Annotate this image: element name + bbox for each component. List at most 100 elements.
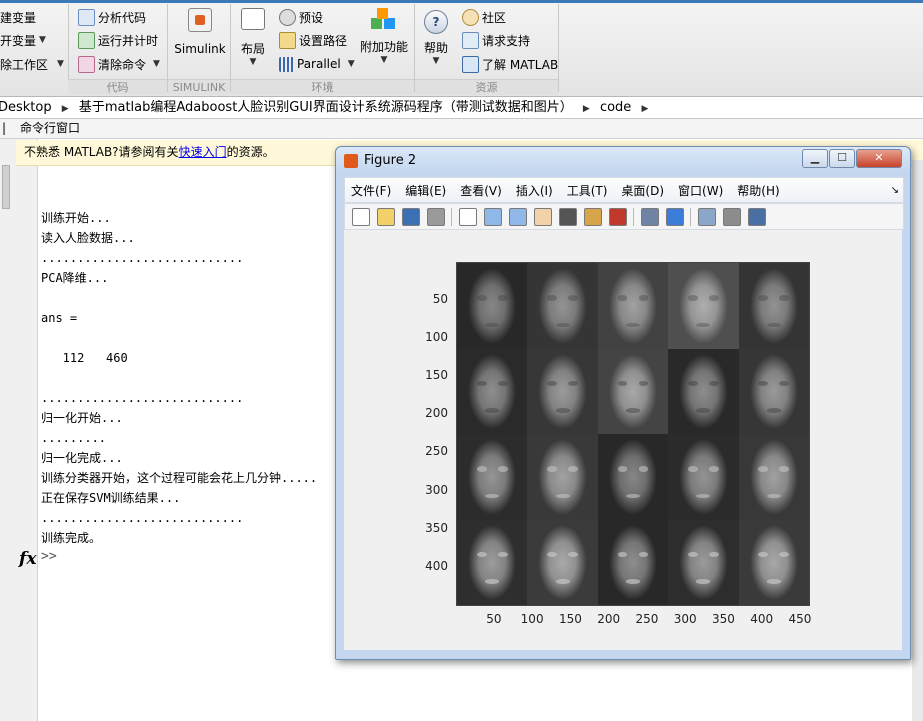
addons-button[interactable]: 附加功能 ▼ [358, 8, 410, 65]
eigenface-cell [668, 348, 739, 434]
face-feature [476, 466, 487, 472]
clear-commands-button[interactable]: 清除命令 ▼ [78, 55, 160, 73]
x-tick-label: 300 [673, 612, 697, 626]
figure-menu-item[interactable]: 桌面(D) [621, 182, 664, 199]
run-and-time-button[interactable]: 运行并计时 [78, 31, 158, 49]
command-window-title: 命令行窗口 [20, 121, 81, 135]
print-icon[interactable] [427, 207, 445, 226]
analyze-code-button[interactable]: 分析代码 [78, 8, 146, 26]
section-label-simulink: SIMULINK [168, 79, 230, 95]
current-folder-breadcrumb[interactable]: Desktop ▶ 基于matlab编程Adaboost人脸识别GUI界面设计系… [0, 97, 923, 119]
clear-workspace-button[interactable]: 除工作区 ▼ [0, 55, 64, 73]
show-tools-icon[interactable] [748, 207, 766, 226]
new-figure-icon[interactable] [352, 207, 370, 226]
hide-tools-icon[interactable] [723, 207, 741, 226]
face-feature [497, 295, 508, 301]
figure-menu-item[interactable]: 插入(I) [516, 182, 553, 199]
x-tick-label: 450 [788, 612, 812, 626]
figure-menu-item[interactable]: 查看(V) [460, 182, 502, 199]
eigenface-cell [668, 434, 739, 520]
breadcrumb-desktop[interactable]: Desktop [0, 100, 52, 115]
zoom-out-icon[interactable] [509, 207, 527, 226]
notice-suffix-text: 的资源。 [226, 145, 275, 159]
matlab-logo-icon [344, 154, 358, 168]
figure-title: Figure 2 [364, 153, 417, 168]
figure-menubar: 文件(F) 编辑(E) 查看(V) 插入(I) 工具(T) 桌面(D) 窗口(W) 帮助(H)… [344, 177, 904, 203]
notice-text: 不熟悉 MATLAB?请参阅有关 [24, 145, 179, 159]
rotate-icon[interactable] [559, 207, 577, 226]
face-feature [555, 493, 570, 499]
breadcrumb-project-folder[interactable]: 基于matlab编程Adaboost人脸识别GUI界面设计系统源码程序（带测试数… [79, 100, 573, 115]
set-path-button[interactable]: 设置路径 [279, 31, 347, 49]
eigenface-cell [527, 434, 598, 520]
colorbar-icon[interactable] [666, 207, 684, 226]
figure-menu-item[interactable]: 窗口(W) [678, 182, 723, 199]
open-icon[interactable] [377, 207, 395, 226]
brush-icon[interactable] [609, 207, 627, 226]
face-feature [709, 466, 719, 472]
figure-menu-item[interactable]: 文件(F) [351, 182, 391, 199]
simulink-button[interactable]: Simulink [172, 8, 228, 56]
open-variable-button[interactable]: 开变量 ▼ [0, 31, 46, 49]
help-button[interactable]: ? 帮助 ▼ [420, 10, 452, 66]
figure-menu-item[interactable]: 帮助(H) [737, 182, 779, 199]
face-feature [568, 551, 579, 558]
command-output-line: ............................ [41, 511, 244, 525]
face-feature [568, 295, 579, 301]
minimize-button[interactable]: ▁ [802, 149, 828, 168]
figure-titlebar[interactable]: Figure 2 ▁ ☐ ✕ [336, 147, 910, 175]
face-feature [625, 408, 641, 413]
data-cursor-icon[interactable] [584, 207, 602, 226]
minimize-icon: ▁ [810, 151, 820, 164]
face-feature [696, 493, 711, 499]
preferences-label: 预设 [299, 10, 324, 25]
y-tick-label: 100 [425, 329, 448, 344]
chevron-right-icon[interactable]: ▶ [62, 104, 69, 114]
face-feature [766, 493, 781, 499]
save-icon[interactable] [402, 207, 420, 226]
parallel-button[interactable]: Parallel ▼ [279, 55, 355, 73]
layout-button[interactable]: 布局 ▼ [236, 8, 270, 67]
y-tick-label: 50 [432, 291, 448, 306]
face-feature [485, 579, 500, 584]
zoom-in-icon[interactable] [484, 207, 502, 226]
chevron-right-icon[interactable]: ▶ [641, 104, 648, 114]
right-scroll-edge[interactable] [912, 160, 923, 721]
run-and-time-icon [78, 31, 95, 49]
section-label-resources: 资源 [415, 79, 558, 95]
figure-menu-item[interactable]: 工具(T) [567, 182, 608, 199]
new-variable-button[interactable]: 建变量 [0, 8, 36, 26]
command-output-line: 读入人脸数据... [41, 231, 135, 245]
gear-icon [279, 8, 296, 26]
eigenface-image-axes[interactable] [456, 262, 810, 606]
figure-window[interactable]: Figure 2 ▁ ☐ ✕ 文件(F) 编辑(E) 查看(V) 插入(I) 工具(T)… [335, 146, 911, 660]
eigenface-cell [597, 263, 669, 349]
pan-icon[interactable] [534, 207, 552, 226]
face-feature [568, 466, 579, 472]
x-tick-label: 50 [486, 612, 502, 626]
panel-splitter-handle[interactable] [2, 165, 10, 209]
eigenface-cell [457, 519, 528, 605]
request-support-button[interactable]: 请求支持 [462, 31, 530, 49]
link-icon[interactable] [641, 207, 659, 226]
eigenface-cell [457, 263, 528, 349]
breadcrumb-code[interactable]: code [600, 100, 631, 115]
eigenface-cell [738, 519, 809, 605]
eigenface-cell [457, 434, 528, 520]
addons-label: 附加功能 [359, 40, 408, 54]
chevron-right-icon[interactable]: ▶ [583, 104, 590, 114]
command-prompt[interactable]: >> [41, 549, 57, 564]
close-button[interactable]: ✕ [856, 149, 902, 168]
quick-start-link[interactable]: 快速入门 [179, 145, 227, 159]
dock-arrow-icon[interactable]: ↘ [891, 185, 899, 196]
community-button[interactable]: 社区 [462, 8, 506, 26]
face-feature [687, 295, 698, 301]
function-browser-icon[interactable]: fx [19, 549, 36, 569]
pointer-icon[interactable] [459, 207, 477, 226]
legend-icon[interactable] [698, 207, 716, 226]
preferences-button[interactable]: 预设 [279, 8, 323, 26]
maximize-button[interactable]: ☐ [829, 149, 855, 168]
learn-matlab-button[interactable]: 了解 MATLAB [462, 55, 558, 73]
figure-menu-item[interactable]: 编辑(E) [405, 182, 446, 199]
toolbar-separator [633, 207, 634, 226]
